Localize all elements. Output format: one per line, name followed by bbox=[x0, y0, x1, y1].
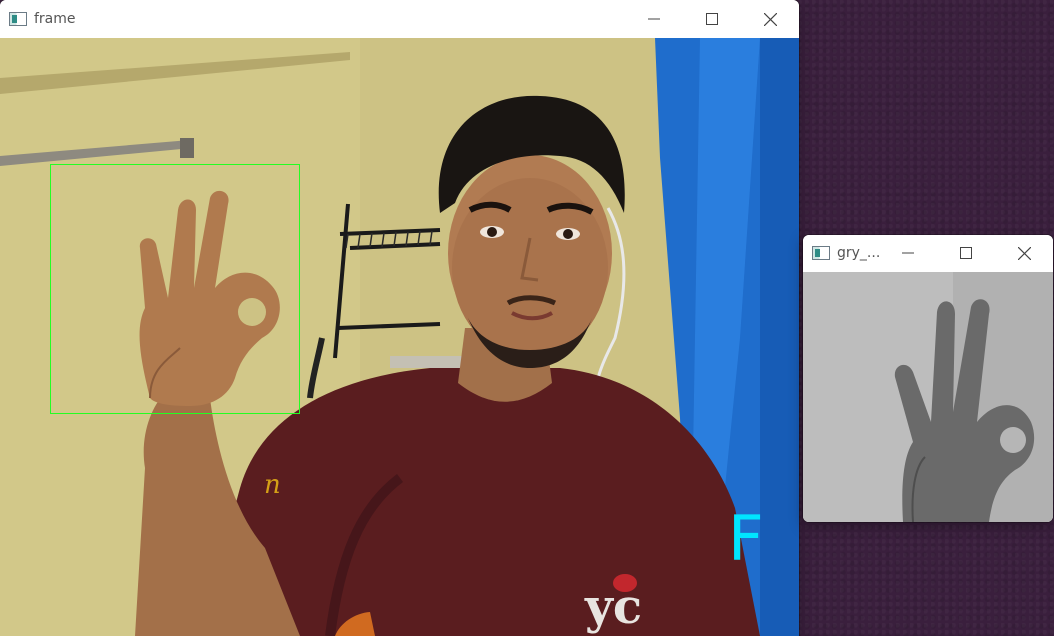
minimize-icon bbox=[902, 252, 914, 254]
close-button[interactable] bbox=[995, 235, 1053, 271]
minimize-button[interactable] bbox=[879, 235, 937, 271]
maximize-button[interactable] bbox=[683, 0, 741, 38]
minimize-button[interactable] bbox=[625, 0, 683, 38]
prediction-label: F bbox=[728, 502, 764, 575]
maximize-button[interactable] bbox=[937, 235, 995, 271]
grayscale-hand-roi bbox=[803, 272, 1053, 522]
close-icon bbox=[763, 12, 777, 26]
frame-window[interactable]: frame yc n F bbox=[0, 0, 799, 636]
close-button[interactable] bbox=[741, 0, 799, 38]
webcam-feed: yc n F bbox=[0, 38, 799, 636]
hand-roi-box bbox=[50, 164, 300, 414]
window-title: gry_... bbox=[837, 245, 879, 261]
maximize-icon bbox=[960, 247, 972, 259]
grayscale-hand bbox=[803, 272, 1053, 522]
window-title: frame bbox=[34, 11, 76, 27]
minimize-icon bbox=[648, 18, 660, 20]
app-icon bbox=[9, 12, 27, 26]
gray-titlebar[interactable]: gry_... bbox=[803, 235, 1053, 271]
frame-titlebar[interactable]: frame bbox=[0, 0, 799, 38]
app-icon bbox=[812, 246, 830, 260]
shirt-logo: yc bbox=[584, 579, 642, 635]
maximize-icon bbox=[706, 13, 718, 25]
close-icon bbox=[1017, 246, 1031, 260]
shirt-print: n bbox=[264, 470, 281, 500]
gray-window[interactable]: gry_... bbox=[803, 235, 1053, 522]
